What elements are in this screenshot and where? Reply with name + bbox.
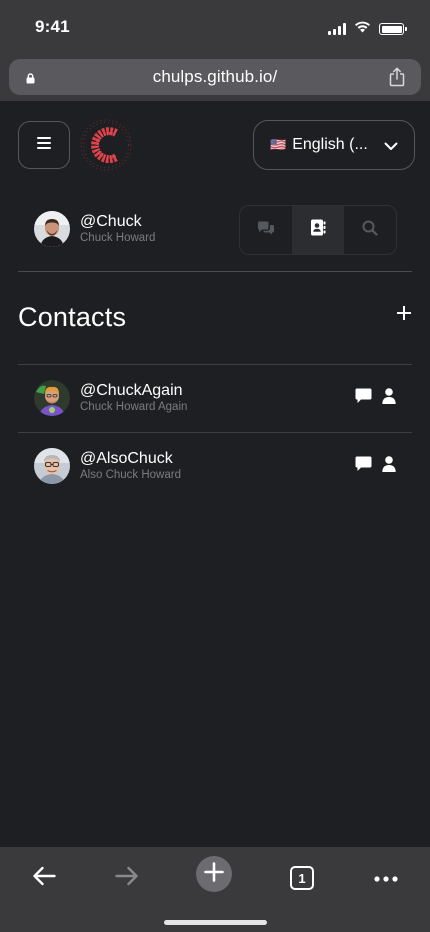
header-divider <box>18 271 412 272</box>
avatar <box>34 448 70 484</box>
more-icon <box>374 869 398 887</box>
app-logo[interactable] <box>78 117 134 173</box>
menu-button[interactable] <box>18 121 70 169</box>
plus-icon <box>204 861 224 887</box>
chat-icon[interactable] <box>355 456 372 472</box>
tab-chats[interactable] <box>240 206 292 254</box>
us-flag-icon: 🇺🇸 <box>270 137 287 152</box>
arrow-right-icon <box>115 866 139 891</box>
wifi-icon <box>354 20 371 38</box>
view-switcher <box>239 205 397 255</box>
status-icons <box>328 20 407 38</box>
language-selector[interactable]: 🇺🇸 English (... <box>253 120 415 170</box>
list-item[interactable]: @ChuckAgain Chuck Howard Again <box>18 364 412 432</box>
tab-count: 1 <box>290 866 314 890</box>
cellular-signal-icon <box>328 23 346 35</box>
page-title: Contacts <box>18 302 127 332</box>
user-full-name: Chuck Howard <box>80 232 156 244</box>
hamburger-icon <box>37 136 51 154</box>
tabs-button[interactable]: 1 <box>285 861 319 895</box>
forward-button[interactable] <box>110 861 144 895</box>
contact-full-name: Also Chuck Howard <box>80 469 181 481</box>
more-button[interactable] <box>369 861 403 895</box>
home-indicator <box>164 920 267 925</box>
add-contact-button[interactable] <box>394 305 414 325</box>
language-label: English (... <box>292 136 368 153</box>
profile-icon[interactable] <box>382 456 396 472</box>
chevron-down-icon <box>384 138 398 156</box>
share-icon[interactable] <box>389 67 405 92</box>
browser-top-chrome: 9:41 chulps.github.io/ <box>0 0 430 101</box>
status-time: 9:41 <box>35 17 70 36</box>
contact-handle: @ChuckAgain <box>80 382 183 399</box>
tab-search[interactable] <box>344 206 396 254</box>
search-icon <box>362 220 378 241</box>
list-item[interactable]: @AlsoChuck Also Chuck Howard <box>18 432 412 500</box>
avatar <box>34 211 70 247</box>
chat-icon[interactable] <box>355 388 372 404</box>
contact-handle: @AlsoChuck <box>80 450 173 467</box>
contact-full-name: Chuck Howard Again <box>80 401 188 413</box>
profile-icon[interactable] <box>382 388 396 404</box>
back-button[interactable] <box>27 861 61 895</box>
avatar <box>34 380 70 416</box>
chats-icon <box>257 221 275 240</box>
new-tab-button[interactable] <box>196 856 232 892</box>
user-handle: @Chuck <box>80 213 142 230</box>
plus-icon <box>396 305 412 325</box>
url-text: chulps.github.io/ <box>152 67 278 86</box>
current-user[interactable]: @Chuck Chuck Howard <box>34 211 155 247</box>
tab-contacts[interactable] <box>292 206 344 254</box>
battery-icon <box>379 23 407 35</box>
browser-toolbar: 1 <box>0 847 430 932</box>
contact-book-icon <box>310 219 326 241</box>
lock-icon <box>26 71 35 89</box>
address-bar[interactable]: chulps.github.io/ <box>9 59 421 95</box>
arrow-left-icon <box>32 866 56 891</box>
